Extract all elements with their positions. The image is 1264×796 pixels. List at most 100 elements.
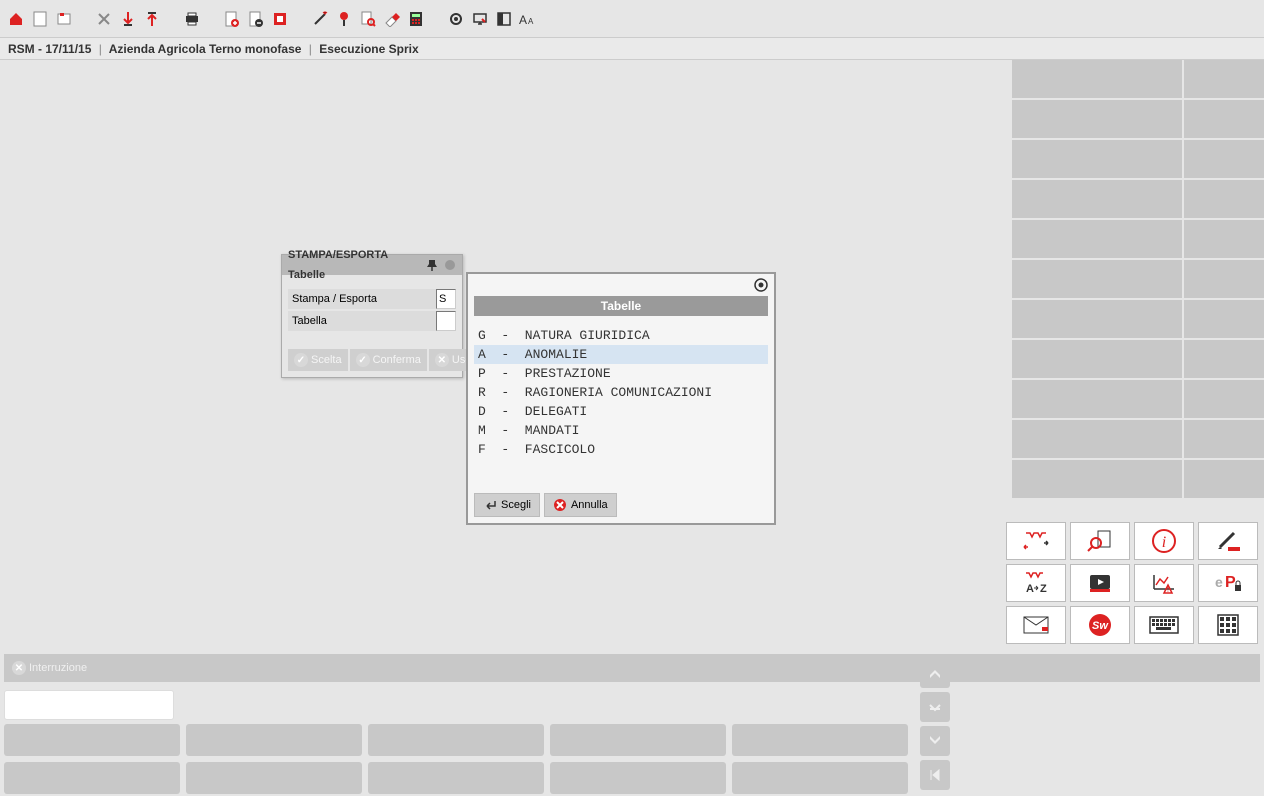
bottom-slot[interactable] [732, 762, 908, 794]
panel-icon[interactable] [494, 9, 514, 29]
sw-icon[interactable]: Sw [1070, 606, 1130, 644]
tabelle-row[interactable]: P - PRESTAZIONE [474, 364, 768, 383]
video-icon[interactable] [1070, 564, 1130, 602]
bottom-slot[interactable] [4, 762, 180, 794]
right-slot [1012, 180, 1182, 218]
printer-icon[interactable] [182, 9, 202, 29]
svg-text:P: P [1225, 574, 1236, 591]
right-slot [1184, 100, 1264, 138]
svg-text:Z: Z [1040, 583, 1047, 595]
field-tabella-label: Tabella [288, 311, 436, 331]
tabelle-row[interactable]: D - DELEGATI [474, 402, 768, 421]
monitor-icon[interactable] [470, 9, 490, 29]
tabelle-row[interactable]: F - FASCICOLO [474, 440, 768, 459]
right-slot [1012, 140, 1182, 178]
keyboard-icon[interactable] [1134, 606, 1194, 644]
right-slot [1012, 260, 1182, 298]
bottom-slot[interactable] [368, 762, 544, 794]
right-slot [1012, 460, 1182, 498]
check-icon: ✓ [356, 353, 370, 367]
eraser-icon[interactable] [382, 9, 402, 29]
tabelle-row[interactable]: R - RAGIONERIA COMUNICAZIONI [474, 383, 768, 402]
right-slot [1184, 140, 1264, 178]
nav-up-button[interactable] [920, 658, 950, 688]
pen-icon[interactable] [1198, 522, 1258, 560]
mail-icon[interactable] [1006, 606, 1066, 644]
bottom-slot[interactable] [732, 724, 908, 756]
right-slot [1012, 420, 1182, 458]
tabelle-row[interactable]: A - ANOMALIE [474, 345, 768, 364]
record-icon[interactable] [446, 9, 466, 29]
nav-down-button[interactable] [920, 726, 950, 756]
enter-icon [483, 498, 497, 512]
nav-drawer-button[interactable] [920, 692, 950, 722]
check-icon: ✓ [294, 353, 308, 367]
bottom-bar: ✕ Interruzione [0, 650, 1264, 796]
red-box-icon[interactable] [270, 9, 290, 29]
tools-icon[interactable] [94, 9, 114, 29]
blank-icon[interactable] [30, 9, 50, 29]
pin-icon[interactable] [334, 9, 354, 29]
bottom-slot[interactable] [368, 724, 544, 756]
svg-text:A: A [519, 13, 527, 26]
flag-up-icon[interactable] [142, 9, 162, 29]
ep-lock-icon[interactable]: eP [1198, 564, 1258, 602]
main-toolbar: AA [0, 0, 1264, 38]
status-row: ✕ Interruzione [4, 654, 1260, 682]
x-icon: ✕ [12, 661, 26, 675]
popup-title: Tabelle [474, 296, 768, 316]
bottom-slot[interactable] [4, 724, 180, 756]
pin-icon[interactable] [426, 259, 438, 271]
bottom-slot[interactable] [186, 724, 362, 756]
window-title: STAMPA/ESPORTA Tabelle [288, 245, 426, 285]
right-slot [1184, 300, 1264, 338]
breadcrumb: RSM - 17/11/15 | Azienda Agricola Terno … [0, 38, 1264, 60]
right-slot [1184, 60, 1264, 98]
wand-icon[interactable] [310, 9, 330, 29]
svg-text:A: A [1026, 583, 1034, 595]
right-slot [1184, 340, 1264, 378]
numpad-icon[interactable] [1198, 606, 1258, 644]
font-size-icon[interactable]: AA [518, 9, 538, 29]
doc-add-icon[interactable] [222, 9, 242, 29]
circle-icon[interactable] [444, 259, 456, 271]
target-icon[interactable] [754, 278, 768, 292]
scegli-button[interactable]: Scegli [474, 493, 540, 517]
bottom-slot[interactable] [186, 762, 362, 794]
factory-cycle-icon[interactable] [1006, 522, 1066, 560]
chart-warn-icon[interactable]: ! [1134, 564, 1194, 602]
zoom-doc-icon[interactable] [1070, 522, 1130, 560]
nav-column [920, 658, 952, 790]
svg-text:Sw: Sw [1092, 620, 1109, 632]
breadcrumb-context: Esecuzione Sprix [319, 42, 418, 56]
tabelle-row[interactable]: M - MANDATI [474, 421, 768, 440]
info-icon[interactable]: i [1134, 522, 1194, 560]
factory-az-icon[interactable]: AZ [1006, 564, 1066, 602]
bottom-slot[interactable] [550, 724, 726, 756]
interruzione-button[interactable]: ✕ Interruzione [4, 657, 95, 679]
tabelle-popup: Tabelle G - NATURA GIURIDICAA - ANOMALIE… [466, 272, 776, 525]
right-slot [1184, 220, 1264, 258]
bottom-tab[interactable] [4, 690, 174, 720]
calculator-icon[interactable] [406, 9, 426, 29]
right-icon-grid: i AZ ! eP Sw [1006, 522, 1258, 644]
annulla-button[interactable]: Annulla [544, 493, 617, 517]
stampa-esporta-window: STAMPA/ESPORTA Tabelle Stampa / Esporta … [281, 254, 463, 378]
tabelle-row[interactable]: G - NATURA GIURIDICA [474, 326, 768, 345]
cancel-icon [553, 498, 567, 512]
conferma-button[interactable]: ✓Conferma [350, 349, 427, 371]
x-icon: ✕ [435, 353, 449, 367]
right-slot [1012, 380, 1182, 418]
flag-down-icon[interactable] [118, 9, 138, 29]
scelta-button[interactable]: ✓Scelta [288, 349, 348, 371]
field-stampa-esporta-value[interactable]: S [436, 289, 456, 309]
field-tabella-value[interactable] [436, 311, 456, 331]
bottom-slot[interactable] [550, 762, 726, 794]
right-slot [1012, 220, 1182, 258]
window-titlebar[interactable]: STAMPA/ESPORTA Tabelle [282, 255, 462, 275]
nav-first-button[interactable] [920, 760, 950, 790]
doc-remove-icon[interactable] [246, 9, 266, 29]
search-doc-icon[interactable] [358, 9, 378, 29]
home-icon[interactable] [6, 9, 26, 29]
new-tab-icon[interactable] [54, 9, 74, 29]
